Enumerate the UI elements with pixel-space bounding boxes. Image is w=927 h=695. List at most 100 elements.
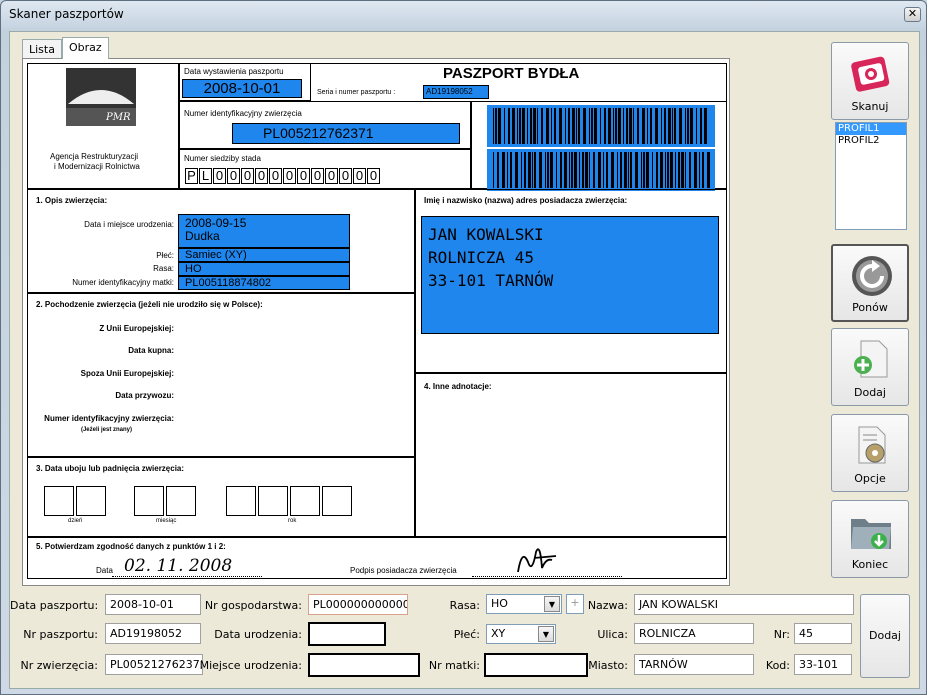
birth-value: 2008-09-15 Dudka bbox=[178, 214, 350, 248]
farm-no-field[interactable]: PL000000000000 bbox=[308, 594, 408, 615]
issue-date-box: Data wystawienia paszportu 2008-10-01 bbox=[179, 63, 311, 101]
owner-name: JAN KOWALSKI bbox=[428, 225, 544, 244]
barcode-bar bbox=[643, 152, 645, 188]
logo-block: PMR Agencja Restrukturyzacji i Moderniza… bbox=[27, 63, 179, 189]
prev-id-note: (Jeżeli jest znany) bbox=[80, 427, 132, 433]
barcode-bar bbox=[578, 108, 580, 144]
barcode-bar bbox=[571, 152, 573, 188]
retry-button[interactable]: Ponów bbox=[831, 244, 909, 322]
issue-date-value: 2008-10-01 bbox=[182, 79, 302, 98]
image-panel: PMR Agencja Restrukturyzacji i Moderniza… bbox=[22, 58, 730, 586]
tab-obraz[interactable]: Obraz bbox=[62, 37, 109, 59]
profile-item[interactable]: PROFIL1 bbox=[836, 123, 906, 135]
signature-label: Podpis posiadacza zwierzęcia bbox=[350, 566, 457, 575]
breed-select[interactable]: HO ▼ bbox=[486, 594, 562, 614]
barcode-bar bbox=[583, 108, 586, 144]
year-label: rok bbox=[288, 518, 297, 524]
birth-place: Dudka bbox=[185, 229, 220, 243]
options-button[interactable]: Opcje bbox=[831, 414, 909, 492]
postcode-label: Kod: bbox=[765, 659, 790, 672]
end-label: Koniec bbox=[851, 558, 889, 571]
barcode-bar bbox=[670, 152, 673, 188]
passport-no-field[interactable]: AD19198052 bbox=[105, 623, 201, 644]
barcode-bar bbox=[704, 108, 707, 144]
barcode-bar bbox=[510, 152, 512, 188]
city-field[interactable]: TARNÓW bbox=[634, 654, 754, 675]
profile-list[interactable]: PROFIL1 PROFIL2 bbox=[835, 122, 907, 230]
import-label: Data przywozu: bbox=[115, 391, 174, 400]
profile-item[interactable]: PROFIL2 bbox=[836, 135, 906, 147]
end-button[interactable]: Koniec bbox=[831, 500, 909, 578]
year-box-3 bbox=[290, 486, 320, 516]
barcode-bar bbox=[626, 108, 628, 144]
barcode-bar bbox=[539, 152, 542, 188]
barcode-bar bbox=[707, 152, 710, 188]
barcode-bar bbox=[620, 152, 622, 188]
sex-select[interactable]: XY ▼ bbox=[486, 624, 556, 644]
passport-date-label: Data paszportu: bbox=[10, 599, 99, 612]
barcode-bar bbox=[537, 108, 538, 144]
herd-digit: 0 bbox=[297, 168, 310, 184]
street-field[interactable]: ROLNICZA bbox=[634, 623, 754, 644]
barcode-bar bbox=[579, 152, 580, 188]
barcode-bar bbox=[690, 108, 693, 144]
year-box-1 bbox=[226, 486, 256, 516]
barcode-bar bbox=[546, 108, 549, 144]
birth-date-field[interactable] bbox=[308, 622, 386, 646]
window-title: Skaner paszportów bbox=[9, 7, 124, 21]
chevron-down-icon[interactable]: ▼ bbox=[544, 596, 560, 612]
barcode-bar bbox=[702, 152, 704, 188]
animal-id-label: Numer identyfikacyjny zwierzęcia bbox=[184, 109, 302, 118]
herd-digit: 0 bbox=[311, 168, 324, 184]
birth-label: Data i miejsce urodzenia: bbox=[84, 220, 174, 229]
animal-no-field[interactable]: PL005212762371 bbox=[105, 654, 203, 675]
sex-value: Samiec (XY) bbox=[178, 248, 350, 262]
name-field[interactable]: JAN KOWALSKI bbox=[634, 594, 854, 615]
barcode-top bbox=[487, 105, 715, 147]
barcode-bar bbox=[533, 108, 536, 144]
animal-id-value: PL005212762371 bbox=[232, 123, 460, 144]
barcode-bar bbox=[647, 108, 648, 144]
passport-date-field[interactable]: 2008-10-01 bbox=[105, 594, 201, 615]
signature bbox=[517, 548, 557, 573]
house-field[interactable]: 45 bbox=[794, 623, 852, 644]
birth-place-field[interactable] bbox=[308, 653, 420, 677]
barcode-bar bbox=[547, 152, 549, 188]
animal-id-box: Numer identyfikacyjny zwierzęcia PL00521… bbox=[179, 101, 471, 149]
tab-lista[interactable]: Lista bbox=[22, 39, 62, 59]
farm-no-label: Nr gospodarstwa: bbox=[204, 599, 302, 612]
barcode-bar bbox=[498, 108, 501, 144]
barcode-bar bbox=[615, 108, 617, 144]
postcode-field[interactable]: 33-101 bbox=[794, 654, 852, 675]
add-record-button[interactable]: Dodaj bbox=[860, 594, 910, 678]
barcode-bar bbox=[517, 108, 518, 144]
eu-label: Z Unii Europejskiej: bbox=[99, 324, 174, 333]
herd-box: Numer siedziby stada PL000000000000 bbox=[179, 149, 471, 189]
barcode-bar bbox=[600, 108, 601, 144]
chevron-down-icon[interactable]: ▼ bbox=[538, 626, 554, 642]
barcode-bar bbox=[679, 108, 682, 144]
section3-box: 3. Data uboju lub padnięcia zwierzęcia: … bbox=[27, 457, 415, 537]
barcode-bar bbox=[593, 152, 595, 188]
barcode-bar bbox=[515, 152, 518, 188]
section1-title: 1. Opis zwierzęcia: bbox=[36, 196, 108, 205]
close-button[interactable]: ✕ bbox=[904, 7, 921, 22]
barcode-bar bbox=[611, 152, 614, 188]
barcode-bar bbox=[633, 108, 634, 144]
barcode-bar bbox=[656, 152, 658, 188]
barcode-bar bbox=[623, 108, 624, 144]
barcode-bar bbox=[569, 152, 570, 188]
owner-city: 33-101 TARNÓW bbox=[428, 271, 554, 290]
barcode-bar bbox=[493, 108, 494, 144]
client-area: Lista Obraz PMR Agencja Restrukturyzacji… bbox=[9, 31, 920, 689]
barcode-bottom bbox=[487, 149, 715, 191]
add-button-side[interactable]: Dodaj bbox=[831, 328, 909, 406]
barcode-bar bbox=[524, 152, 526, 188]
month-box-1 bbox=[134, 486, 164, 516]
barcode-bar bbox=[576, 108, 577, 144]
add-label: Dodaj bbox=[854, 386, 886, 399]
scan-button[interactable]: Skanuj bbox=[831, 42, 909, 120]
section1-box: 1. Opis zwierzęcia: Data i miejsce urodz… bbox=[27, 189, 415, 293]
barcode-bar bbox=[497, 152, 499, 188]
month-label: miesiąc bbox=[156, 518, 177, 524]
